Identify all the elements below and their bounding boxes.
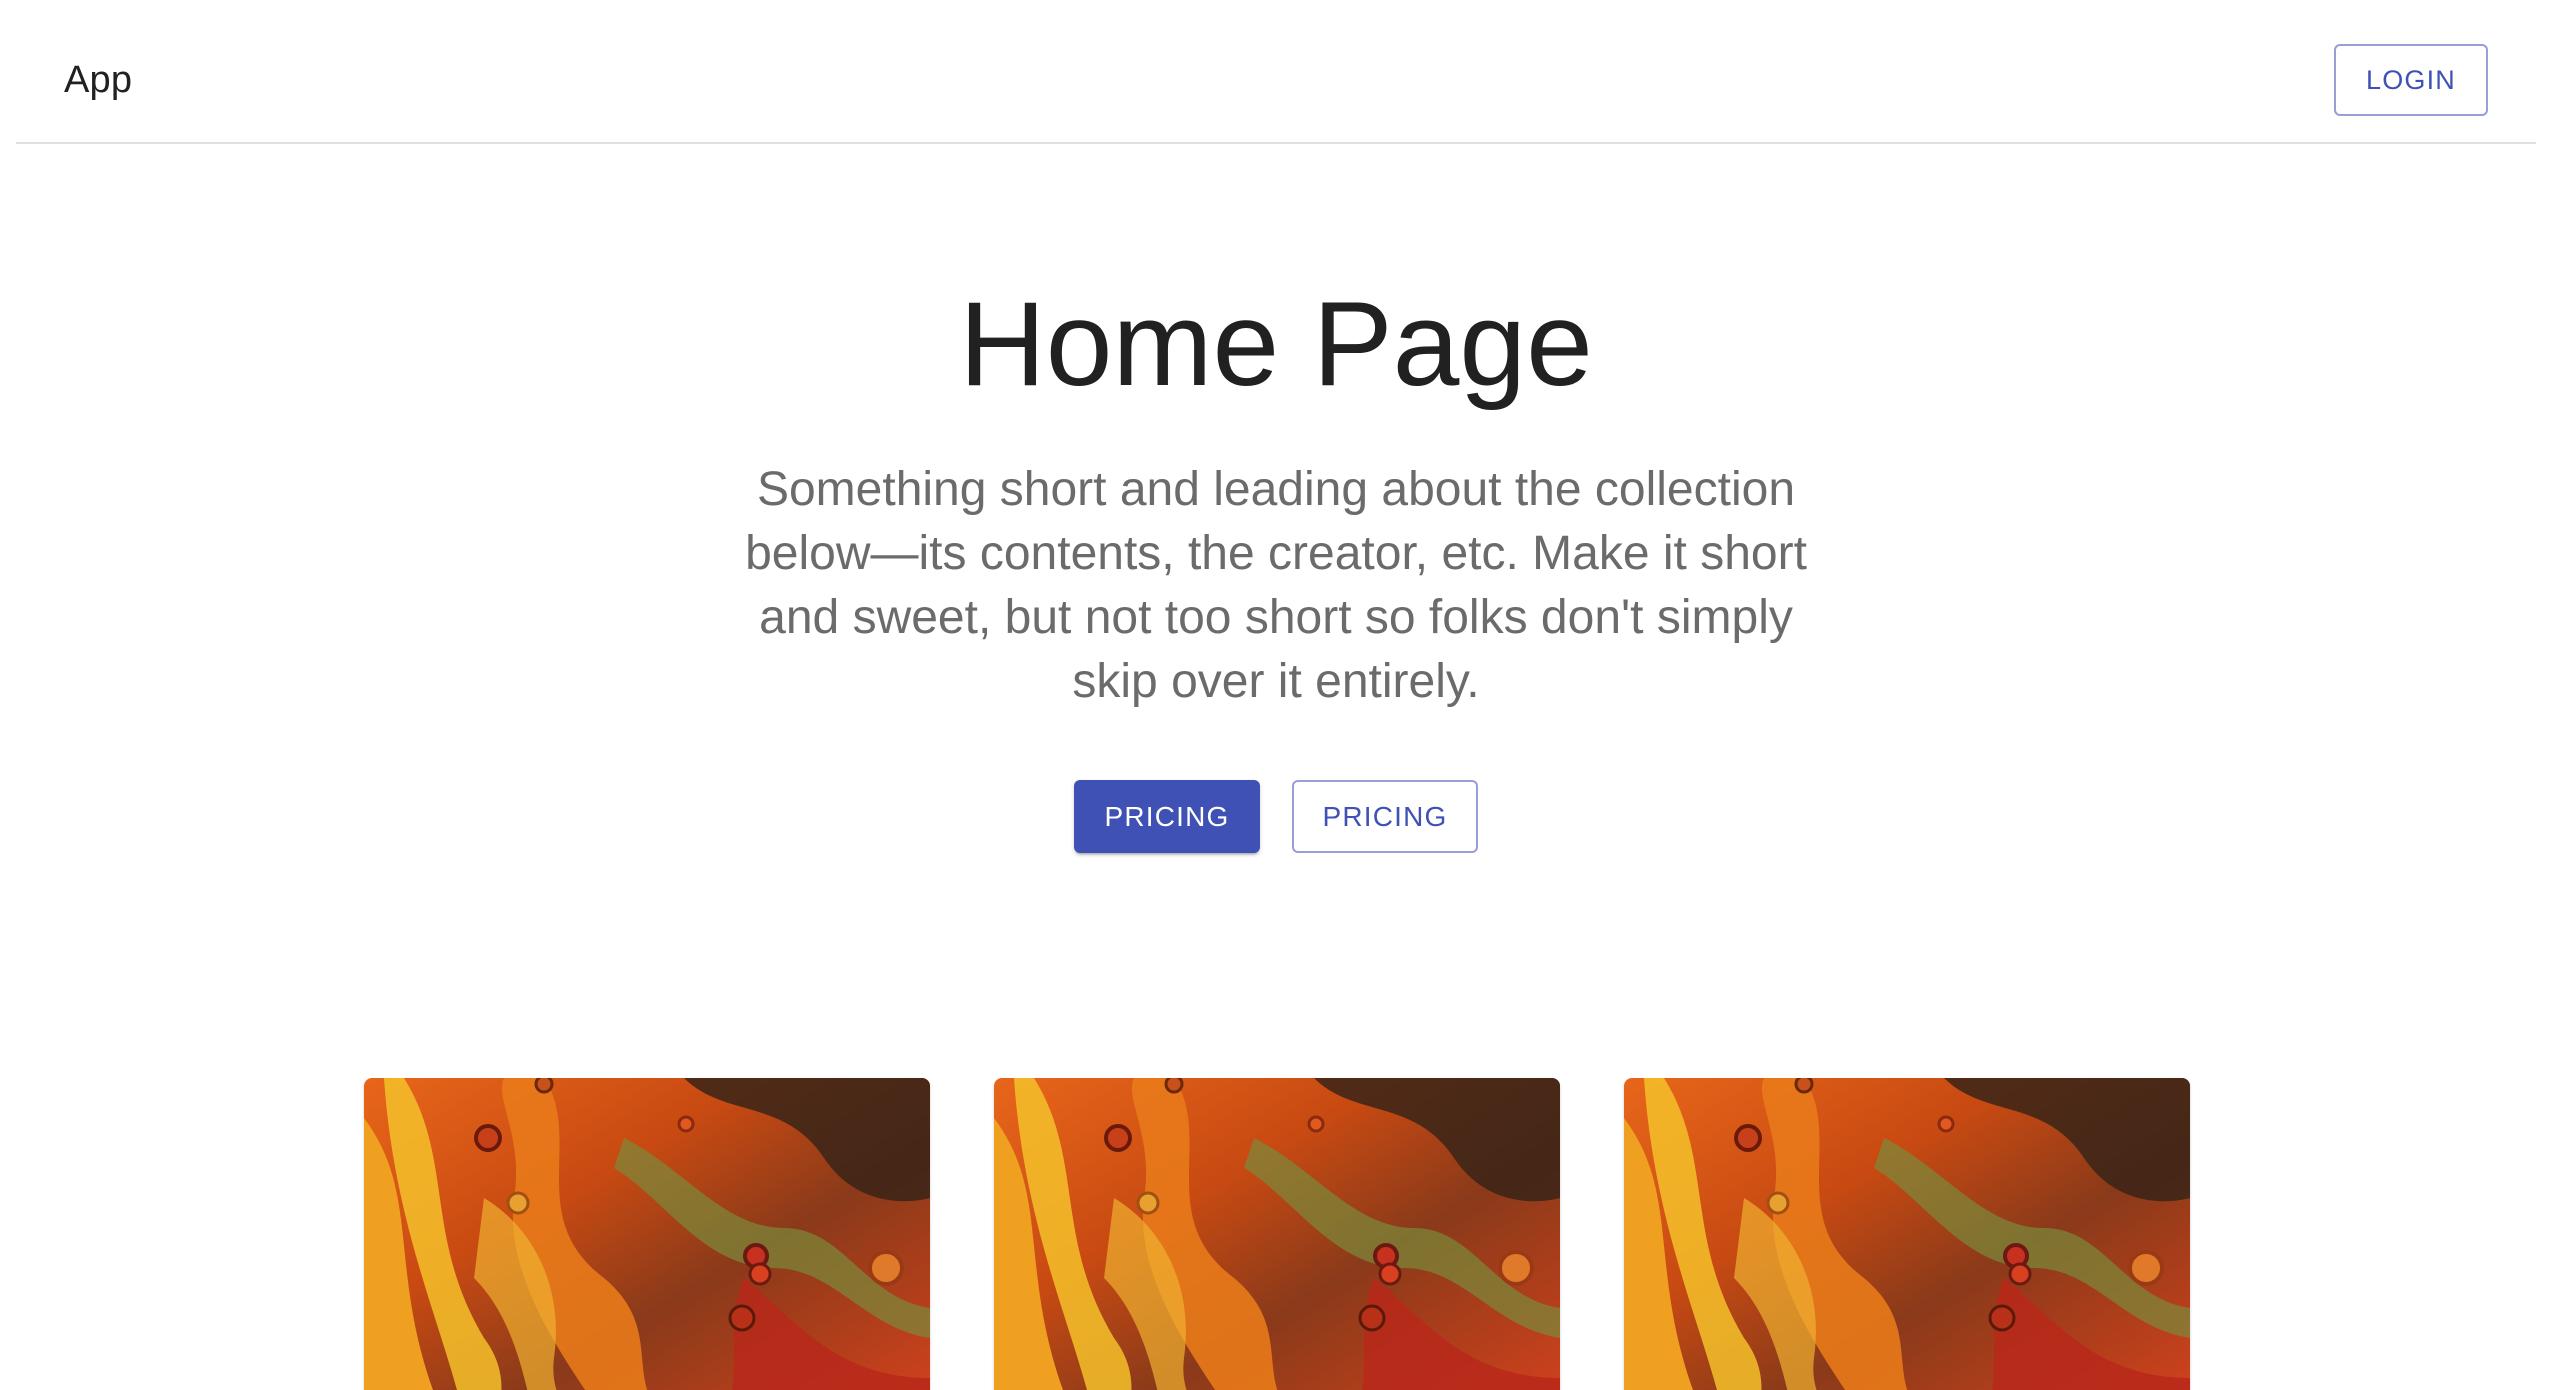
login-button[interactable]: LOGIN: [2334, 44, 2488, 116]
pricing-button-primary[interactable]: PRICING: [1074, 780, 1260, 853]
card-image-3[interactable]: [1624, 1078, 2190, 1390]
card-image-2[interactable]: [994, 1078, 1560, 1390]
page-title: Home Page: [959, 277, 1593, 411]
abstract-painting-image: [1624, 1078, 2190, 1390]
hero-description: Something short and leading about the co…: [745, 463, 1807, 708]
page: App LOGIN Home Page Something short and …: [0, 0, 2552, 1390]
card-image-1[interactable]: [364, 1078, 930, 1390]
pricing-button-secondary[interactable]: PRICING: [1292, 780, 1478, 853]
abstract-painting-image: [994, 1078, 1560, 1390]
app-bar: App LOGIN: [16, 0, 2536, 144]
app-title: App: [64, 59, 133, 101]
abstract-painting-image: [364, 1078, 930, 1390]
